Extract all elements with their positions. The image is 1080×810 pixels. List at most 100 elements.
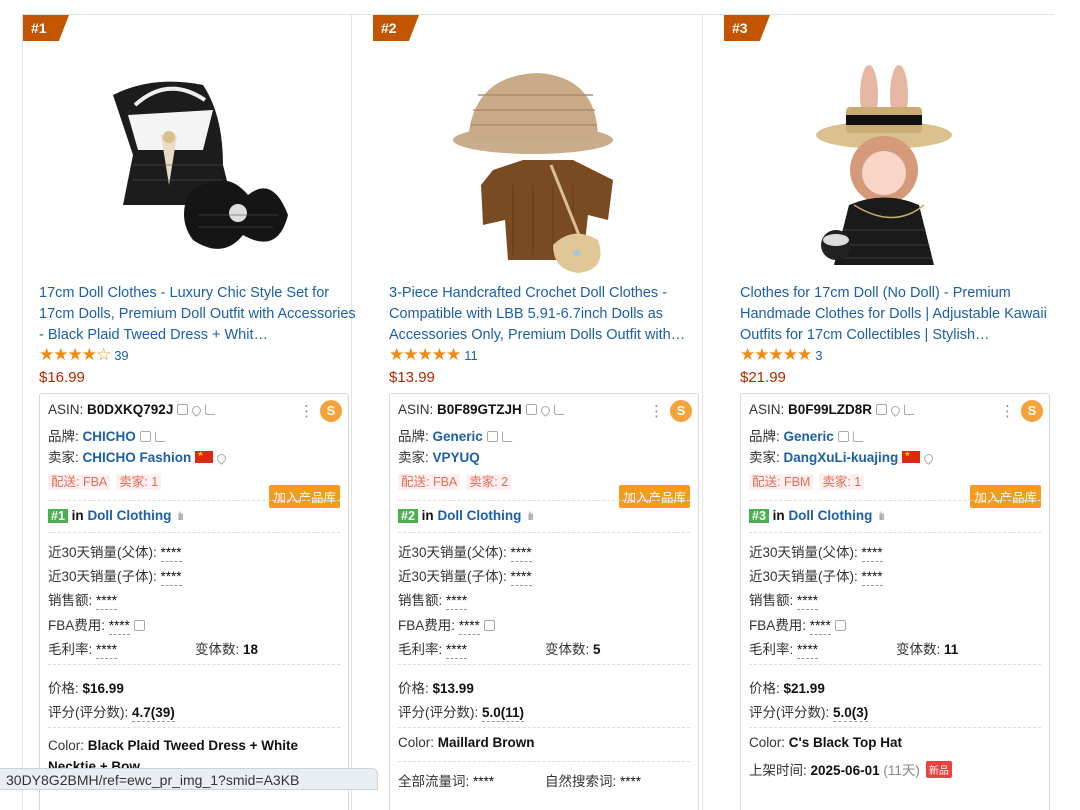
rank-in: in [71, 508, 84, 523]
brand-label: 品牌: [48, 429, 79, 444]
share-icon[interactable] [154, 431, 166, 442]
star-rating-icon: ★★★★☆ [39, 345, 111, 364]
chart-bars-icon[interactable]: ılıı [527, 509, 534, 523]
status-bar-url: 30DY8G2BMH/ref=ewc_pr_img_1?smid=A3KB [0, 768, 378, 790]
location-pin-icon[interactable] [190, 404, 204, 417]
seller-link[interactable]: CHICHO Fashion [83, 450, 192, 465]
divider [48, 727, 340, 728]
category-link[interactable]: Doll Clothing [437, 508, 521, 523]
copy-icon[interactable] [876, 404, 888, 415]
more-options-icon[interactable]: ⋮ [299, 402, 314, 420]
price: $13.99 [389, 369, 435, 386]
add-to-library-button[interactable]: 加入产品库 [619, 485, 690, 508]
location-pin-icon[interactable] [538, 404, 552, 417]
asin-value: B0DXKQ792J [87, 402, 174, 417]
score-value: 4.7(39) [132, 705, 175, 722]
new-badge: 新品 [925, 761, 952, 778]
traffic-words-label: 全部流量词: [398, 774, 470, 789]
share-icon[interactable] [852, 431, 864, 442]
fba-fee-label: FBA费用: [398, 618, 456, 633]
location-pin-icon[interactable] [922, 452, 936, 465]
rating: ★★★★☆ 39 [39, 346, 129, 364]
share-icon[interactable] [501, 431, 513, 442]
product-title-link[interactable]: 3-Piece Handcrafted Crochet Doll Clothes… [389, 283, 707, 346]
product-info-panel: ASIN: B0F89GTZJH ⋮ S 品牌: Generic 卖家: VPY… [389, 393, 699, 810]
asin-value: B0F89GTZJH [437, 402, 522, 417]
rank-tag: #3 [724, 15, 770, 41]
share-icon[interactable] [553, 404, 565, 415]
asin-label: ASIN: [48, 402, 84, 417]
divider [749, 500, 1041, 501]
divider [48, 532, 340, 533]
seller-link[interactable]: DangXuLi-kuajing [784, 450, 899, 465]
price: $16.99 [39, 369, 85, 386]
sales-parent-label: 近30天销量(父体): [749, 545, 858, 560]
product-image[interactable] [423, 55, 653, 280]
rank-tag: #2 [373, 15, 419, 41]
category-link[interactable]: Doll Clothing [788, 508, 872, 523]
plugin-logo-icon[interactable]: S [670, 400, 692, 422]
product-image[interactable] [774, 55, 1004, 280]
calculator-icon[interactable] [133, 620, 145, 631]
category-link[interactable]: Doll Clothing [87, 508, 171, 523]
brand-link[interactable]: CHICHO [83, 429, 136, 444]
revenue-value: **** [797, 593, 819, 610]
plugin-logo-icon[interactable]: S [1021, 400, 1043, 422]
product-title-link[interactable]: 17cm Doll Clothes - Luxury Chic Style Se… [39, 283, 357, 346]
price-value: $21.99 [783, 681, 825, 696]
sales-child-label: 近30天销量(子体): [398, 569, 507, 584]
margin-label: 毛利率: [398, 642, 443, 657]
add-to-library-button[interactable]: 加入产品库 [269, 485, 340, 508]
fulfillment-tag: 配送: FBM [749, 474, 814, 490]
score-value: 5.0(3) [833, 705, 869, 722]
product-title-link[interactable]: Clothes for 17cm Doll (No Doll) - Premiu… [740, 283, 1058, 346]
fba-fee-label: FBA费用: [749, 618, 807, 633]
price-label: 价格: [398, 681, 429, 696]
color-value: Maillard Brown [437, 735, 535, 750]
share-icon[interactable] [205, 404, 217, 415]
revenue-value: **** [96, 593, 118, 610]
chart-bars-icon[interactable]: ılıı [177, 509, 184, 523]
copy-icon[interactable] [525, 404, 537, 415]
rank-in: in [421, 508, 434, 523]
price-label: 价格: [749, 681, 780, 696]
more-options-icon[interactable]: ⋮ [649, 402, 664, 420]
color-label: Color: [398, 735, 435, 750]
revenue-label: 销售额: [398, 593, 443, 608]
variants-label: 变体数: [545, 642, 590, 657]
more-options-icon[interactable]: ⋮ [1000, 402, 1015, 420]
add-to-library-button[interactable]: 加入产品库 [970, 485, 1041, 508]
chart-bars-icon[interactable]: ılıı [878, 509, 885, 523]
sales-parent-value: **** [160, 545, 182, 562]
product-image[interactable] [73, 55, 303, 280]
margin-value: **** [797, 642, 819, 659]
calculator-icon[interactable] [834, 620, 846, 631]
calculator-icon[interactable] [483, 620, 495, 631]
brand-link[interactable]: Generic [784, 429, 834, 444]
rank-badge: #3 [749, 509, 769, 523]
revenue-label: 销售额: [48, 593, 93, 608]
product-card-2: #2 3-Piece Handcrafted Crochet Doll Clot… [373, 15, 703, 810]
location-pin-icon[interactable] [889, 404, 902, 417]
copy-icon[interactable] [837, 431, 849, 442]
share-icon[interactable] [904, 404, 916, 415]
seller-label: 卖家: [48, 450, 79, 465]
copy-icon[interactable] [177, 404, 189, 415]
brand-link[interactable]: Generic [433, 429, 483, 444]
seller-label: 卖家: [749, 450, 780, 465]
copy-icon[interactable] [139, 431, 151, 442]
variants-label: 变体数: [195, 642, 240, 657]
organic-words-label: 自然搜索词: [545, 774, 617, 789]
review-count-link[interactable]: 11 [464, 348, 478, 363]
asin-value: B0F99LZD8R [788, 402, 873, 417]
plugin-logo-icon[interactable]: S [320, 400, 342, 422]
seller-link[interactable]: VPYUQ [433, 450, 480, 465]
review-count-link[interactable]: 3 [815, 348, 822, 363]
color-label: Color: [48, 738, 85, 753]
copy-icon[interactable] [486, 431, 498, 442]
margin-value: **** [96, 642, 118, 659]
location-pin-icon[interactable] [215, 452, 229, 465]
listed-date: 2025-06-01 [810, 763, 880, 778]
review-count-link[interactable]: 39 [114, 348, 128, 363]
variants-value: 18 [243, 642, 259, 657]
